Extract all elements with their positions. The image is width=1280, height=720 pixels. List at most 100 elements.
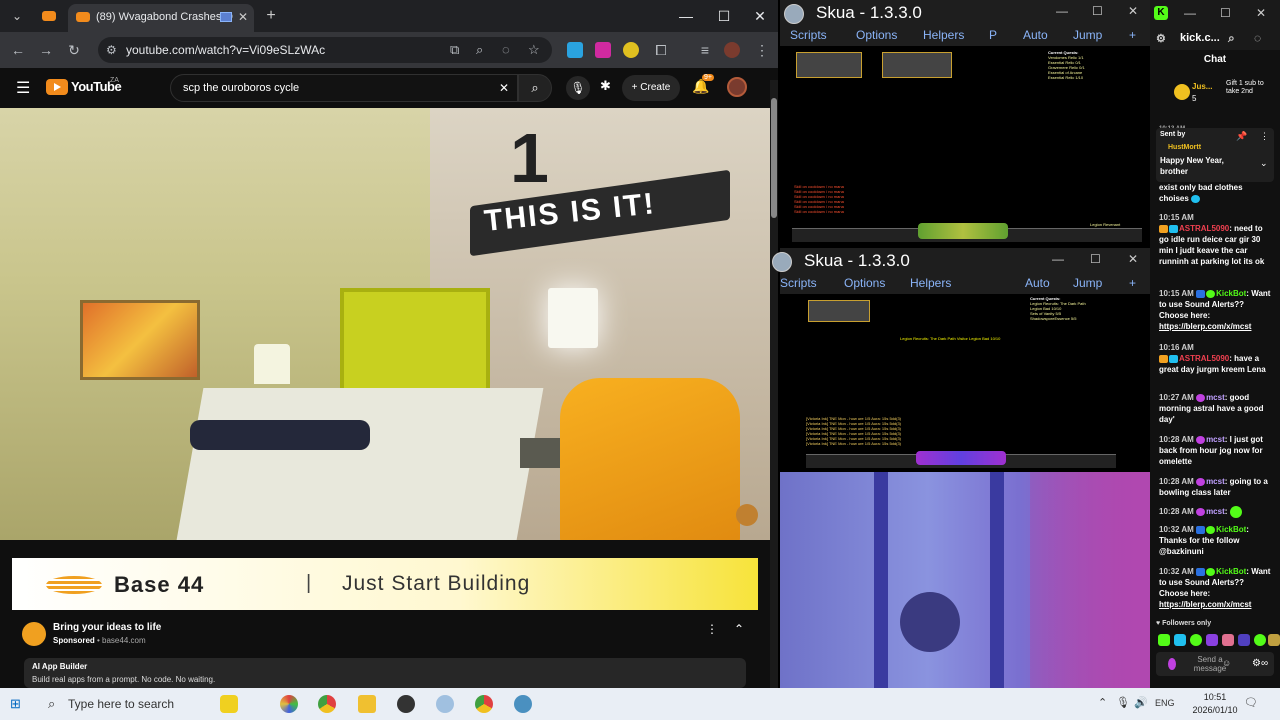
skua-maximize-button[interactable]: ☐ (1092, 4, 1103, 18)
ad-card[interactable]: AI App Builder Build real apps from a pr… (24, 658, 746, 688)
site-info-icon[interactable]: ⚙ (106, 37, 117, 63)
new-tab-button[interactable]: + (260, 6, 282, 26)
omnibox[interactable]: ⚙ youtube.com/watch?v=Vi09eSLzWAc ⧉ ⌕ ◌ … (98, 37, 552, 63)
chat-message[interactable]: 10:28 AM mcst: I just got back from hour… (1159, 434, 1274, 467)
kick-close-button[interactable]: ✕ (1256, 6, 1266, 20)
message-user[interactable]: mcst (1206, 507, 1225, 516)
chat-message[interactable]: 10:28 AM mcst: going to a bowling class … (1159, 476, 1274, 498)
skill-action-bar[interactable] (792, 223, 1142, 242)
gift-leaderboard[interactable]: Jus... 5 Gift 1 sub to take 2nd (1154, 76, 1276, 116)
language-indicator[interactable]: ENG (1155, 698, 1175, 708)
install-app-icon[interactable]: ⧉ (450, 37, 459, 63)
message-user[interactable]: KickBot (1216, 567, 1246, 576)
windows-start-icon[interactable]: ⊞ (10, 697, 24, 711)
cast-extension-icon[interactable]: ✱ (600, 78, 611, 94)
back-icon[interactable]: ← (8, 40, 28, 60)
emoji-picker-icon[interactable]: ☺ (1222, 658, 1231, 668)
emote-icon[interactable] (1174, 634, 1186, 646)
emote-icon[interactable] (1222, 634, 1234, 646)
tab-youtube-video[interactable]: (89) Wvagabond Crashes O ✕ (68, 4, 254, 32)
steam-icon[interactable] (397, 695, 415, 713)
extensions-puzzle-icon[interactable]: ⧠ (651, 40, 671, 60)
skill-icons[interactable] (918, 223, 1008, 239)
voice-search-icon[interactable]: 🎙 (566, 76, 590, 100)
bookmark-star-icon[interactable]: ☆ (528, 37, 540, 63)
kick-maximize-button[interactable]: ☐ (1220, 6, 1231, 20)
skua-close-button[interactable]: ✕ (1128, 252, 1138, 266)
chat-message[interactable]: 10:15 AM ASTRAL5090: need to go idle run… (1159, 212, 1274, 267)
account-avatar[interactable] (727, 77, 747, 97)
emote-icon[interactable] (1158, 634, 1170, 646)
menu-scripts[interactable]: Scripts (780, 276, 817, 290)
sponsored-ad[interactable]: Base 44 | Just Start Building Bring your… (12, 558, 758, 688)
reload-icon[interactable]: ↻ (64, 40, 84, 60)
zoom-icon[interactable]: ⌕ (476, 37, 483, 63)
game-view-bottom[interactable]: Current Quests: Legion Recruits: The Dar… (780, 294, 1150, 472)
camera-video-feed[interactable] (780, 472, 1150, 688)
chat-message[interactable]: 10:32 AM KickBot: Thanks for the follow … (1159, 524, 1274, 557)
emote-icon[interactable] (1238, 634, 1250, 646)
volume-icon[interactable]: 🔊 (1134, 696, 1148, 709)
menu-options[interactable]: Options (844, 276, 885, 290)
ad-more-options-icon[interactable]: ⋮ (706, 622, 718, 636)
kick-minimize-button[interactable]: — (1184, 6, 1196, 20)
app-icon[interactable] (436, 695, 454, 713)
expand-chevron-icon[interactable]: ⌄ (1260, 158, 1268, 169)
clear-search-icon[interactable]: ✕ (499, 75, 509, 101)
menu-jump[interactable]: Jump (1073, 276, 1102, 290)
chat-message[interactable]: 10:15 AM KickBot: Want to use Sound Aler… (1159, 288, 1274, 332)
emote-icon[interactable] (1268, 634, 1280, 646)
extension-2-icon[interactable] (595, 42, 611, 58)
message-user[interactable]: KickBot (1216, 525, 1246, 534)
close-window-button[interactable]: ✕ (742, 4, 778, 28)
minimize-button[interactable]: — (668, 4, 704, 28)
notifications-icon[interactable]: 🗨 (1244, 696, 1258, 709)
taskbar-clock[interactable]: 10:51 2026/01/10 (1192, 691, 1238, 717)
message-user[interactable]: mcst (1206, 393, 1225, 402)
ad-collapse-icon[interactable]: ⌃ (734, 622, 744, 636)
skill-action-bar[interactable] (806, 451, 1116, 468)
message-user[interactable]: mcst (1206, 477, 1225, 486)
chrome-profile-taskbar-icon[interactable] (475, 695, 493, 713)
chat-message[interactable]: 10:16 AM ASTRAL5090: have a great day ju… (1159, 342, 1274, 375)
emote-icon[interactable] (1206, 634, 1218, 646)
message-user[interactable]: ASTRAL5090 (1179, 354, 1229, 363)
menu-auto[interactable]: Auto (1023, 28, 1048, 42)
media-control-icon[interactable]: ≡ (695, 40, 715, 60)
emote-icon[interactable] (1190, 634, 1202, 646)
menu-auto[interactable]: Auto (1025, 276, 1050, 290)
menu-scripts[interactable]: Scripts (790, 28, 827, 42)
pinned-more-icon[interactable]: ⋮ (1260, 131, 1269, 142)
message-link[interactable]: https://blerp.com/x/mcst (1159, 600, 1251, 609)
create-button[interactable]: + Create (622, 75, 680, 101)
channel-watermark-icon[interactable] (736, 504, 758, 526)
eye-hidden-icon[interactable]: ◌ (1254, 31, 1261, 45)
extension-1-icon[interactable] (567, 42, 583, 58)
chat-message[interactable]: 10:27 AM mcst: good morning astral have … (1159, 392, 1274, 425)
menu-helpers[interactable]: Helpers (923, 28, 964, 42)
youtube-pinned-tab-icon[interactable] (38, 6, 60, 26)
microphone-icon[interactable]: 🎙 (1116, 696, 1130, 709)
search-button[interactable]: ⌕ (518, 74, 552, 102)
skua-minimize-button[interactable]: — (1052, 252, 1064, 266)
emote-icon[interactable] (1254, 634, 1266, 646)
chat-message[interactable]: 10:32 AM KickBot: Want to use Sound Aler… (1159, 566, 1274, 610)
game-view-top[interactable]: Current Quests: Vendomes Relic 1/1 Essen… (780, 46, 1150, 250)
youtube-logo-icon[interactable] (46, 79, 68, 95)
skua-taskbar-icon[interactable] (514, 695, 532, 713)
skua-maximize-button[interactable]: ☐ (1090, 252, 1101, 266)
site-settings-icon[interactable]: ⚙ (1156, 32, 1166, 45)
skill-icons[interactable] (916, 451, 1006, 465)
tab-close-icon[interactable]: ✕ (238, 4, 248, 30)
menu-jump[interactable]: Jump (1073, 28, 1102, 42)
search-input[interactable]: scp the ouroboros cycle ✕ (170, 74, 518, 102)
maximize-button[interactable]: ☐ (706, 4, 742, 28)
search-highlight-icon[interactable] (220, 695, 238, 713)
file-explorer-icon[interactable] (358, 695, 376, 713)
ad-banner[interactable]: Base 44 | Just Start Building (12, 558, 758, 610)
menu-options[interactable]: Options (856, 28, 897, 42)
hamburger-menu-icon[interactable]: ☰ (16, 78, 30, 98)
scrollbar-thumb[interactable] (771, 98, 777, 218)
tab-search-icon[interactable]: ⌄ (6, 6, 28, 26)
kick-address-bar[interactable]: ⚙ kick.c... ⌕ ◌ (1150, 28, 1280, 50)
